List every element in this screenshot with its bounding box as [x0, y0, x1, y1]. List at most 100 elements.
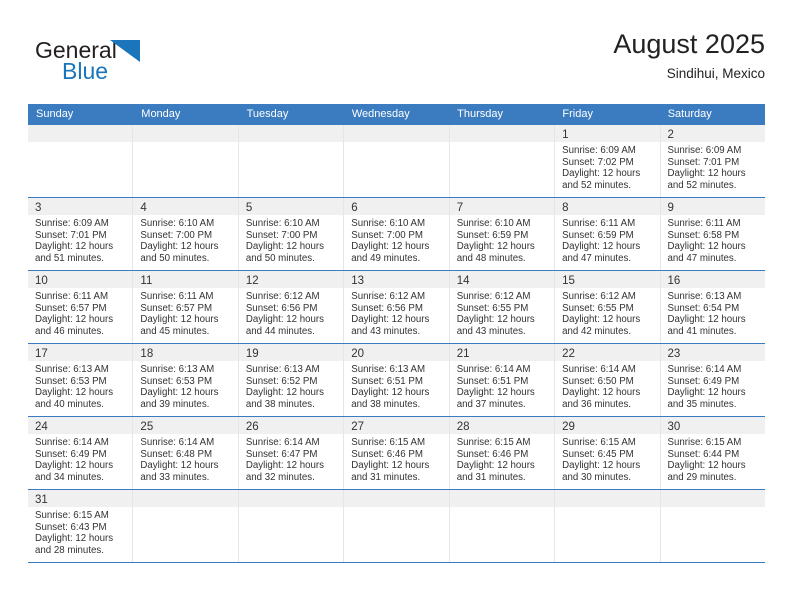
day-number-bar: 21 [449, 344, 555, 361]
sunrise-text: Sunrise: 6:09 AM [667, 145, 742, 156]
day-details: Sunrise: 6:14 AM Sunset: 6:49 PM Daylight:… [28, 434, 132, 483]
day-number: 9 [667, 202, 674, 214]
day-details: Sunrise: 6:10 AM Sunset: 7:00 PM Daylight:… [239, 215, 343, 264]
sunrise-text: Sunrise: 6:09 AM [562, 145, 636, 156]
calendar-day-cell[interactable]: 13 Sunrise: 6:12 AM Sunset: 6:56 PM Dayligh… [344, 271, 450, 343]
daylight-text-line1: Daylight: 12 hours [140, 314, 219, 326]
calendar-day-cell[interactable]: 29 Sunrise: 6:15 AM Sunset: 6:45 PM Dayligh… [555, 417, 661, 489]
weekday-header-saturday: Saturday [667, 108, 712, 120]
day-number: 19 [245, 348, 259, 360]
calendar-day-cell[interactable]: 15 Sunrise: 6:12 AM Sunset: 6:55 PM Dayligh… [555, 271, 661, 343]
calendar-day-cell[interactable]: 6 Sunrise: 6:10 AM Sunset: 7:00 PM Daylight… [344, 198, 450, 270]
sunset-text: Sunset: 6:58 PM [667, 229, 740, 241]
calendar-day-cell[interactable]: 9 Sunrise: 6:11 AM Sunset: 6:58 PM Daylight… [660, 198, 765, 270]
day-number: 29 [562, 421, 575, 433]
day-details: Sunrise: 6:13 AM Sunset: 6:53 PM Daylight:… [133, 361, 237, 410]
daylight-text-line1: Daylight: 12 hours [667, 460, 746, 472]
daylight-text-line1: Daylight: 12 hours [562, 314, 641, 326]
page-title: August 2025 [613, 29, 765, 59]
calendar-day-cell-empty [28, 125, 134, 197]
day-number-bar [660, 490, 765, 507]
sunrise-text: Sunrise: 6:15 AM [456, 437, 531, 448]
calendar-day-cell-empty [133, 490, 239, 562]
daylight-text-line1: Daylight: 12 hours [562, 460, 641, 472]
day-number-bar: 1 [555, 125, 660, 142]
day-number-bar [238, 490, 344, 507]
calendar-day-cell-empty [238, 125, 345, 197]
calendar-day-cell[interactable]: 1 Sunrise: 6:09 AM Sunset: 7:02 PM Daylight… [555, 125, 661, 197]
sunset-text: Sunset: 6:49 PM [35, 448, 107, 460]
calendar-day-cell[interactable]: 19 Sunrise: 6:13 AM Sunset: 6:52 PM Dayligh… [238, 344, 345, 416]
day-number-bar: 18 [133, 344, 238, 361]
calendar-day-cell[interactable]: 7 Sunrise: 6:10 AM Sunset: 6:59 PM Daylight… [449, 198, 556, 270]
daylight-text-line2: and 40 minutes. [35, 398, 104, 410]
day-number-bar: 6 [344, 198, 449, 215]
calendar-day-cell[interactable]: 17 Sunrise: 6:13 AM Sunset: 6:53 PM Dayligh… [28, 344, 134, 416]
day-number-bar: 5 [238, 198, 344, 215]
day-number-bar: 19 [238, 344, 344, 361]
calendar-day-cell[interactable]: 8 Sunrise: 6:11 AM Sunset: 6:59 PM Daylight… [555, 198, 661, 270]
calendar-day-cell[interactable]: 22 Sunrise: 6:14 AM Sunset: 6:50 PM Dayligh… [555, 344, 661, 416]
daylight-text-line1: Daylight: 12 hours [667, 314, 746, 326]
general-blue-logo[interactable]: General Blue [35, 38, 205, 92]
calendar-day-cell[interactable]: 31 Sunrise: 6:15 AM Sunset: 6:43 PM Dayligh… [28, 490, 134, 562]
day-details: Sunrise: 6:10 AM Sunset: 7:00 PM Daylight:… [133, 215, 237, 264]
sunset-text: Sunset: 6:50 PM [562, 375, 634, 387]
daylight-text-line1: Daylight: 12 hours [456, 460, 535, 472]
sunset-text: Sunset: 6:46 PM [456, 448, 529, 460]
day-number: 12 [245, 275, 259, 287]
weekday-header-thursday: Thursday [457, 108, 503, 120]
daylight-text-line2: and 42 minutes. [562, 325, 632, 337]
calendar-day-cell[interactable]: 14 Sunrise: 6:12 AM Sunset: 6:55 PM Dayligh… [449, 271, 556, 343]
calendar-day-cell[interactable]: 10 Sunrise: 6:11 AM Sunset: 6:57 PM Dayligh… [28, 271, 134, 343]
sunset-text: Sunset: 7:00 PM [140, 229, 213, 241]
calendar-day-cell[interactable]: 11 Sunrise: 6:11 AM Sunset: 6:57 PM Dayligh… [133, 271, 239, 343]
calendar-day-cell[interactable]: 3 Sunrise: 6:09 AM Sunset: 7:01 PM Daylight… [28, 198, 134, 270]
daylight-text-line1: Daylight: 12 hours [245, 387, 324, 399]
calendar-day-cell[interactable]: 27 Sunrise: 6:15 AM Sunset: 6:46 PM Dayligh… [344, 417, 450, 489]
sunset-text: Sunset: 6:53 PM [140, 375, 213, 387]
day-details: Sunrise: 6:15 AM Sunset: 6:46 PM Daylight:… [344, 434, 448, 483]
calendar-day-cell[interactable]: 23 Sunrise: 6:14 AM Sunset: 6:49 PM Dayligh… [660, 344, 765, 416]
calendar-day-cell-empty [238, 490, 345, 562]
daylight-text-line1: Daylight: 12 hours [667, 387, 746, 399]
daylight-text-line2: and 51 minutes. [35, 252, 104, 264]
calendar-day-cell[interactable]: 30 Sunrise: 6:15 AM Sunset: 6:44 PM Dayligh… [660, 417, 765, 489]
calendar-day-cell[interactable]: 21 Sunrise: 6:14 AM Sunset: 6:51 PM Dayligh… [449, 344, 556, 416]
daylight-text-line1: Daylight: 12 hours [140, 241, 219, 253]
day-number-bar: 26 [238, 417, 344, 434]
calendar-day-cell[interactable]: 20 Sunrise: 6:13 AM Sunset: 6:51 PM Dayligh… [344, 344, 450, 416]
day-number: 7 [456, 202, 464, 214]
day-details: Sunrise: 6:12 AM Sunset: 6:56 PM Daylight:… [344, 288, 448, 337]
calendar-day-cell-empty [133, 125, 239, 197]
calendar-day-cell[interactable]: 26 Sunrise: 6:14 AM Sunset: 6:47 PM Dayligh… [238, 417, 345, 489]
sunrise-text: Sunrise: 6:13 AM [140, 364, 215, 375]
day-number-bar: 16 [660, 271, 765, 288]
sunrise-text: Sunrise: 6:13 AM [245, 364, 320, 375]
sunset-text: Sunset: 6:57 PM [140, 302, 213, 314]
day-number: 20 [351, 348, 365, 360]
sunrise-text: Sunrise: 6:14 AM [456, 364, 531, 375]
calendar-day-cell[interactable]: 25 Sunrise: 6:14 AM Sunset: 6:48 PM Dayligh… [133, 417, 239, 489]
calendar-day-cell-empty [449, 490, 556, 562]
day-details: Sunrise: 6:12 AM Sunset: 6:55 PM Daylight:… [555, 288, 659, 337]
calendar-day-cell[interactable]: 16 Sunrise: 6:13 AM Sunset: 6:54 PM Dayligh… [660, 271, 765, 343]
day-number: 11 [140, 275, 153, 287]
daylight-text-line1: Daylight: 12 hours [35, 387, 114, 399]
calendar-day-cell[interactable]: 4 Sunrise: 6:10 AM Sunset: 7:00 PM Daylight… [133, 198, 239, 270]
sunset-text: Sunset: 7:01 PM [35, 229, 107, 241]
calendar-day-cell[interactable]: 12 Sunrise: 6:12 AM Sunset: 6:56 PM Dayligh… [238, 271, 345, 343]
calendar-weeks: 1 Sunrise: 6:09 AM Sunset: 7:02 PM Daylight… [28, 125, 765, 563]
calendar-day-cell[interactable]: 18 Sunrise: 6:13 AM Sunset: 6:53 PM Dayligh… [133, 344, 239, 416]
sunset-text: Sunset: 6:51 PM [456, 375, 529, 387]
day-number-bar [344, 490, 449, 507]
calendar-day-cell[interactable]: 5 Sunrise: 6:10 AM Sunset: 7:00 PM Daylight… [238, 198, 345, 270]
calendar-day-cell[interactable]: 28 Sunrise: 6:15 AM Sunset: 6:46 PM Dayligh… [449, 417, 556, 489]
sunset-text: Sunset: 6:59 PM [562, 229, 634, 241]
day-number: 4 [140, 202, 147, 214]
page-subtitle: Sindihui, Mexico [666, 66, 765, 81]
calendar-day-cell[interactable]: 2 Sunrise: 6:09 AM Sunset: 7:01 PM Daylight… [660, 125, 765, 197]
day-number-bar [449, 490, 555, 507]
calendar-day-cell[interactable]: 24 Sunrise: 6:14 AM Sunset: 6:49 PM Dayligh… [28, 417, 134, 489]
daylight-text-line1: Daylight: 12 hours [245, 460, 324, 472]
